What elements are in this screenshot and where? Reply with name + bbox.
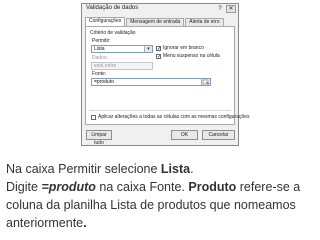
permitir-value: Lista: [94, 46, 105, 52]
ignorar-branco-label: Ignorar em branco: [163, 45, 204, 51]
dialog-tabs: Configurações Mensagem de entrada Alerta…: [85, 17, 225, 26]
dados-select[interactable]: está entre: [91, 62, 153, 70]
ignorar-branco-checkbox[interactable]: ✓: [156, 46, 161, 52]
line2-mid: na caixa Fonte.: [95, 180, 189, 194]
cancel-button[interactable]: Cancelar: [202, 130, 235, 140]
dialog-title: Validação de dados: [86, 5, 139, 11]
line4-text: anteriormente: [6, 216, 84, 230]
help-icon[interactable]: ?: [216, 5, 224, 13]
permitir-select[interactable]: Lista ▾: [91, 45, 153, 53]
range-picker-icon[interactable]: [201, 79, 210, 85]
instruction-line-3: coluna da planilha Lista de produtos que…: [6, 198, 296, 212]
fonte-input[interactable]: =produto: [91, 78, 211, 86]
fonte-value: =produto: [94, 79, 114, 85]
menu-suspenso-label: Menu suspenso na célula: [163, 53, 220, 59]
limpar-tudo-button[interactable]: Limpar tudo: [86, 130, 112, 146]
aplicar-checkbox[interactable]: [91, 115, 96, 120]
settings-panel: Critério de validação Permitir: Lista ▾ …: [85, 26, 249, 125]
fonte-label: Fonte:: [92, 71, 107, 77]
criteria-group-label: Critério de validação: [90, 30, 136, 36]
line2-text: Digite: [6, 180, 42, 194]
data-validation-dialog: Validação de dados ? ✕ Configurações Men…: [81, 3, 249, 146]
line1-text: Na caixa Permitir selecione: [6, 162, 161, 176]
chevron-down-icon[interactable]: ▾: [144, 46, 152, 52]
aplicar-label: Aplicar alterações a todas as células co…: [98, 114, 250, 120]
instruction-line-1: Na caixa Permitir selecione Lista.: [6, 161, 194, 178]
ok-button[interactable]: OK: [171, 130, 198, 140]
instruction-line-2: Digite =produto na caixa Fonte. Produto …: [6, 179, 300, 196]
line1-bold: Lista: [160, 162, 191, 176]
tab-configuracoes[interactable]: Configurações: [85, 17, 126, 26]
close-icon[interactable]: ✕: [226, 5, 236, 13]
line4-end: .: [83, 216, 87, 230]
dados-value: está entre: [94, 63, 117, 69]
instruction-line-4: anteriormente.: [6, 215, 87, 232]
tab-mensagem-de-entrada[interactable]: Mensagem de entrada: [126, 18, 185, 26]
line2-bold: Produto: [188, 180, 237, 194]
line1-end: .: [190, 162, 194, 176]
line2-end: refere-se a: [236, 180, 301, 194]
permitir-label: Permitir:: [92, 38, 111, 44]
menu-suspenso-checkbox[interactable]: ✓: [156, 54, 161, 60]
line2-formula: =produto: [41, 180, 96, 194]
panel-divider: [89, 110, 231, 111]
dialog-titlebar: Validação de dados ? ✕: [82, 4, 238, 16]
dados-label: Dados:: [92, 55, 108, 61]
tab-alerta-de-erro[interactable]: Alerta de erro: [185, 18, 224, 26]
